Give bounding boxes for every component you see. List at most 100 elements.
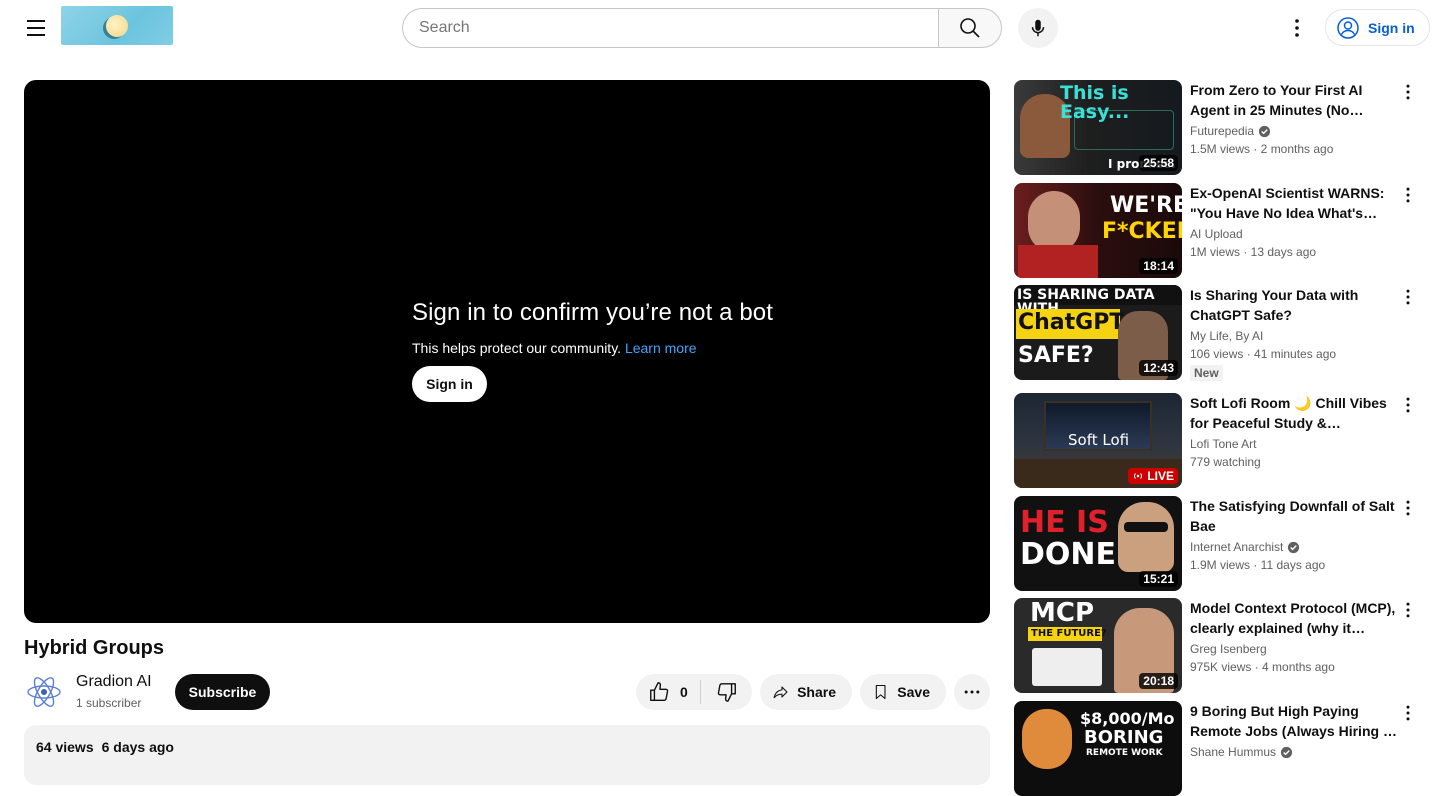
subscribe-button[interactable]: Subscribe	[175, 674, 270, 710]
header-sign-in-button[interactable]: Sign in	[1325, 9, 1430, 46]
action-menu-button[interactable]	[1398, 185, 1418, 205]
action-menu-button[interactable]	[1398, 498, 1418, 518]
action-menu-button[interactable]	[1398, 82, 1418, 102]
recommendation-item[interactable]: WE'RE F*CKED 18:14 Ex-OpenAI Scientist W…	[1014, 183, 1426, 278]
thumbnail-caption-secondary: F*CKED	[1102, 219, 1182, 244]
thumbnail-caption-tertiary: REMOTE WORK	[1086, 748, 1163, 758]
thumbnail-caption: Soft Lofi	[1068, 431, 1130, 449]
channel-row: Shane Hummus	[1190, 743, 1400, 761]
presenter-face	[1118, 502, 1174, 572]
live-label: LIVE	[1147, 469, 1174, 483]
video-thumbnail[interactable]: MCP THE FUTURE? 20:18	[1014, 598, 1182, 693]
more-vert-icon	[1406, 705, 1410, 721]
channel-name[interactable]: Greg Isenberg	[1190, 640, 1267, 658]
hamburger-menu-icon[interactable]	[20, 12, 52, 44]
voice-search-button[interactable]	[1018, 8, 1058, 48]
video-info: The Satisfying Downfall of Salt Bae Inte…	[1190, 496, 1400, 574]
video-thumbnail[interactable]: $8,000/Mo BORING REMOTE WORK	[1014, 701, 1182, 796]
presenter-shirt	[1018, 245, 1098, 278]
video-duration: 18:14	[1139, 258, 1178, 274]
account-circle-icon	[1337, 16, 1359, 39]
live-broadcast-icon	[1134, 473, 1143, 479]
channel-name[interactable]: Gradion AI	[76, 673, 152, 691]
video-duration: 20:18	[1139, 673, 1178, 689]
action-menu-button[interactable]	[1398, 395, 1418, 415]
more-vert-icon	[1406, 500, 1410, 516]
video-meta: 779 watching	[1190, 455, 1261, 469]
video-duration: 12:43	[1139, 360, 1178, 376]
atom-logo-icon	[27, 677, 61, 707]
video-player[interactable]: Sign in to confirm you’re not a bot This…	[24, 80, 990, 623]
thumbs-down-icon	[717, 683, 736, 702]
video-title-link[interactable]: From Zero to Your First AI Agent in 25 M…	[1190, 80, 1400, 120]
site-logo[interactable]	[61, 6, 173, 45]
channel-row: Internet Anarchist	[1190, 538, 1400, 556]
video-title-link[interactable]: Is Sharing Your Data with ChatGPT Safe?	[1190, 285, 1400, 325]
recommendation-item[interactable]: $8,000/Mo BORING REMOTE WORK 9 Boring Bu…	[1014, 701, 1426, 796]
video-thumbnail[interactable]: HE IS DONE 15:21	[1014, 496, 1182, 591]
save-label: Save	[897, 684, 930, 700]
verified-check-icon	[1288, 541, 1300, 553]
video-info: Soft Lofi Room 🌙 Chill Vibes for Peacefu…	[1190, 393, 1400, 471]
search-input[interactable]	[402, 8, 938, 48]
description-box[interactable]: 64 views 6 days ago	[24, 725, 990, 785]
like-count: 0	[680, 684, 688, 700]
dislike-button[interactable]	[701, 674, 752, 710]
channel-name[interactable]: Lofi Tone Art	[1190, 435, 1257, 453]
verified-check-icon	[1258, 125, 1271, 137]
video-thumbnail[interactable]: WE'RE F*CKED 18:14	[1014, 183, 1182, 278]
video-title: Hybrid Groups	[24, 637, 165, 659]
video-title-link[interactable]: The Satisfying Downfall of Salt Bae	[1190, 496, 1400, 536]
more-vert-icon	[1406, 187, 1410, 203]
microphone-icon	[1031, 19, 1045, 37]
action-menu-button[interactable]	[1398, 703, 1418, 723]
presenter-figure	[1022, 709, 1072, 769]
recommendation-item[interactable]: MCP THE FUTURE? 20:18 Model Context Prot…	[1014, 598, 1426, 693]
video-info: 9 Boring But High Paying Remote Jobs (Al…	[1190, 701, 1400, 761]
channel-name[interactable]: Internet Anarchist	[1190, 538, 1283, 556]
channel-row: AI Upload	[1190, 225, 1400, 243]
video-title-link[interactable]: Model Context Protocol (MCP), clearly ex…	[1190, 598, 1400, 638]
share-button[interactable]: Share	[760, 674, 852, 710]
channel-avatar[interactable]	[24, 672, 64, 712]
more-vert-icon	[1406, 84, 1410, 100]
channel-name[interactable]: AI Upload	[1190, 225, 1243, 243]
video-title-link[interactable]: Ex-OpenAI Scientist WARNS: "You Have No …	[1190, 183, 1400, 223]
thumbnail-caption: HE IS	[1020, 505, 1109, 540]
video-title-link[interactable]: Soft Lofi Room 🌙 Chill Vibes for Peacefu…	[1190, 393, 1400, 433]
more-actions-button[interactable]	[954, 674, 990, 710]
video-meta: 1.5M views · 2 months ago	[1190, 142, 1334, 156]
channel-name[interactable]: Futurepedia	[1190, 122, 1254, 140]
subscriber-count: 1 subscriber	[76, 696, 142, 710]
header-sign-in-label: Sign in	[1368, 19, 1415, 36]
share-arrow-icon	[773, 686, 788, 699]
channel-name[interactable]: My Life, By AI	[1190, 327, 1263, 345]
like-button[interactable]: 0	[636, 674, 700, 710]
recommendation-item[interactable]: This is Easy... I promise. 25:58 From Ze…	[1014, 80, 1426, 175]
recommendation-item[interactable]: IS SHARING DATA WITH ChatGPT SAFE? 12:43…	[1014, 285, 1426, 381]
search-icon	[960, 18, 980, 38]
channel-name[interactable]: Shane Hummus	[1190, 743, 1276, 761]
video-thumbnail[interactable]: This is Easy... I promise. 25:58	[1014, 80, 1182, 175]
channel-row: Futurepedia	[1190, 122, 1400, 140]
thumbnail-caption-secondary: THE FUTURE?	[1031, 628, 1107, 639]
video-title-link[interactable]: 9 Boring But High Paying Remote Jobs (Al…	[1190, 701, 1400, 741]
channel-row: Lofi Tone Art	[1190, 435, 1400, 453]
action-menu-button[interactable]	[1398, 287, 1418, 307]
more-vert-icon	[1406, 289, 1410, 305]
learn-more-link[interactable]: Learn more	[625, 340, 697, 356]
thumbnail-caption: This is Easy...	[1060, 82, 1130, 123]
action-menu-button[interactable]	[1398, 600, 1418, 620]
video-thumbnail[interactable]: IS SHARING DATA WITH ChatGPT SAFE? 12:43	[1014, 285, 1182, 380]
save-button[interactable]: Save	[860, 674, 946, 710]
view-count: 64 views	[36, 739, 94, 755]
thumbnail-caption-secondary: ChatGPT	[1018, 310, 1125, 335]
search-button[interactable]	[938, 8, 1002, 48]
video-meta: 975K views · 4 months ago	[1190, 660, 1335, 674]
recommendation-item[interactable]: HE IS DONE 15:21 The Satisfying Downfall…	[1014, 496, 1426, 591]
video-thumbnail[interactable]: Soft Lofi LIVE	[1014, 393, 1182, 488]
bot-check-subtext-label: This helps protect our community.	[412, 340, 622, 356]
recommendation-item[interactable]: Soft Lofi LIVE Soft Lofi Room 🌙 Chill Vi…	[1014, 393, 1426, 488]
settings-more-button[interactable]	[1277, 8, 1317, 48]
player-sign-in-button[interactable]: Sign in	[412, 366, 487, 402]
